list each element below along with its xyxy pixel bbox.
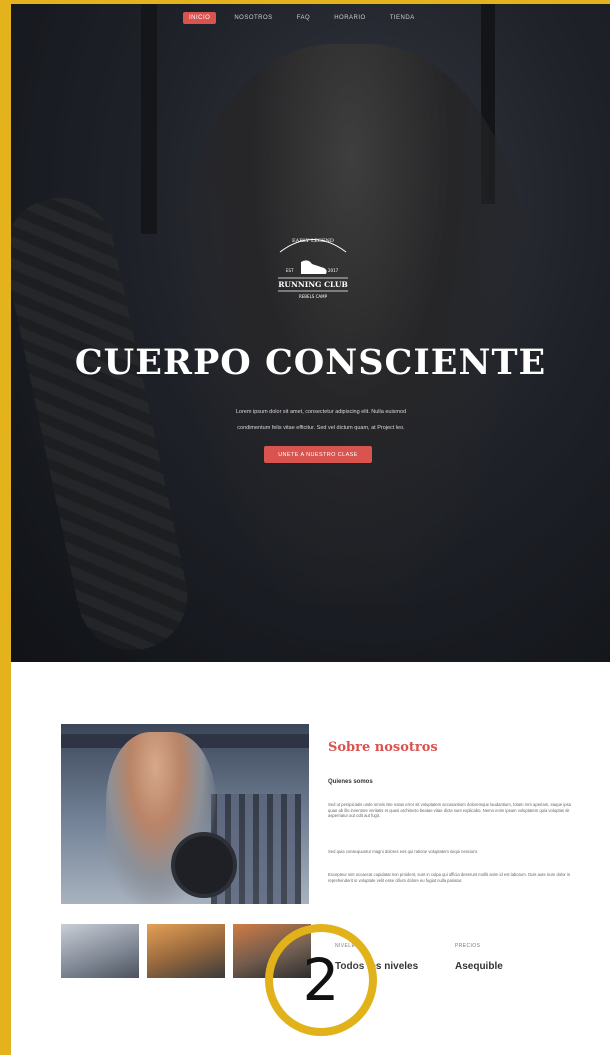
website-page: INICIO NOSOTROS FAQ HORARIO TIENDA EARLY… (11, 4, 610, 1055)
shoe-icon (301, 260, 327, 274)
hero-desc-line2: condimentum felis vitae efficitur. Sed v… (237, 425, 405, 431)
yellow-frame-left (0, 0, 11, 1055)
stat-label-precios: PRECIOS (455, 943, 481, 949)
logo-main-text: RUNNING CLUB (278, 280, 348, 289)
running-club-logo: EARLY LEGEND EST 2017 RUNNING CLUB REBEL… (278, 238, 348, 299)
nav-item-inicio[interactable]: INICIO (183, 12, 217, 24)
hero-title: CUERPO CONSCIENTE (74, 342, 547, 383)
logo-right-year: 2017 (328, 268, 339, 273)
hero-section: INICIO NOSOTROS FAQ HORARIO TIENDA EARLY… (11, 4, 610, 662)
gallery-thumb-1[interactable] (61, 924, 139, 978)
about-paragraph-1: Sed ut perspiciatis unde omnis iste natu… (328, 802, 571, 819)
step-number-badge: 2 (265, 924, 377, 1036)
nav-item-horario[interactable]: HORARIO (328, 12, 372, 24)
main-nav: INICIO NOSOTROS FAQ HORARIO TIENDA (183, 12, 421, 24)
about-gym-image (61, 724, 309, 904)
hero-desc-line1: Lorem ipsum dolor sit amet, consectetur … (235, 409, 407, 415)
nav-item-faq[interactable]: FAQ (291, 12, 317, 24)
weight-plate-image (171, 832, 237, 898)
stat-value-precios: Asequible (455, 961, 503, 972)
logo-bottom-text: REBELS CAMP (299, 294, 328, 299)
logo-top-text: EARLY LEGEND (292, 238, 334, 244)
gallery-thumb-2[interactable] (147, 924, 225, 978)
about-paragraph-2: Sed quia consequuntur magni dolores eos … (328, 849, 478, 854)
about-subtitle: Quienes somos (328, 779, 373, 785)
about-paragraph-3: Excepteur sint occaecat cupidatat non pr… (328, 872, 571, 883)
nav-item-tienda[interactable]: TIENDA (384, 12, 421, 24)
join-class-button[interactable]: UNETE A NUESTRO CLASE (264, 446, 372, 463)
hero-description: Lorem ipsum dolor sit amet, consectetur … (191, 404, 451, 436)
logo-left-year: EST (286, 268, 294, 273)
hero-overlay (11, 4, 610, 662)
about-title: Sobre nosotros (328, 740, 438, 755)
nav-item-nosotros[interactable]: NOSOTROS (228, 12, 278, 24)
